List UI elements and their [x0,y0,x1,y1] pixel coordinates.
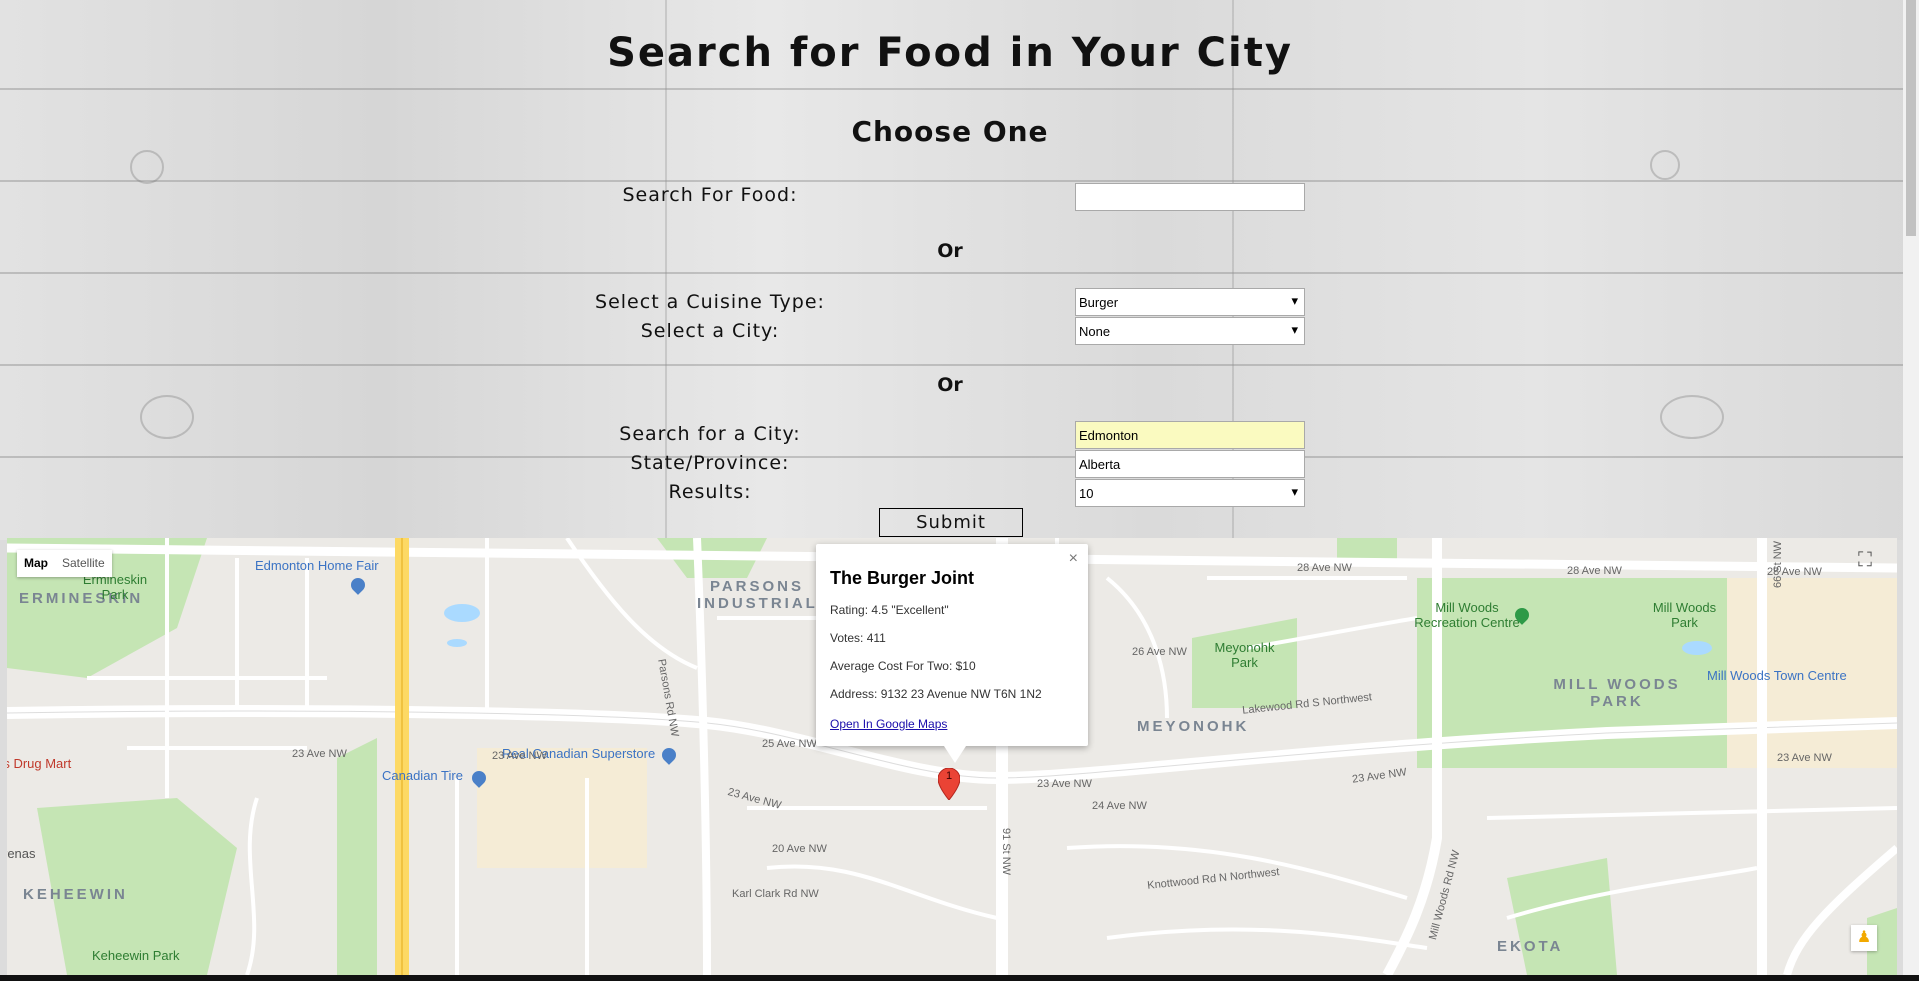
district-label: MILL WOODS PARK [1553,676,1681,710]
address-text: Address: 9132 23 Avenue NW T6N 1N2 [830,687,1042,701]
street-label: 23 Ave NW [1037,778,1092,790]
votes-text: Votes: 411 [830,631,886,645]
street-label: 23 Ave NW [492,750,547,762]
street-label: 66 St NW [1772,540,1784,588]
taskbar-strip [0,975,1919,981]
info-window: × The Burger Joint Rating: 4.5 "Excellen… [816,544,1088,763]
street-label: 20 Ave NW [772,843,827,855]
street-label: 25 Ave NW [762,738,817,750]
wood-knot [1650,150,1680,180]
street-label: Karl Clark Rd NW [732,888,819,900]
city-select-label: Select a City: [640,320,780,342]
state-input[interactable]: Alberta [1075,450,1305,478]
close-icon[interactable]: × [1069,550,1078,568]
poi-town-centre[interactable]: Mill Woods Town Centre [1707,668,1847,683]
cost-text: Average Cost For Two: $10 [830,659,976,673]
poi-home-fair[interactable]: Edmonton Home Fair [255,558,379,573]
or-divider: Or [937,240,963,262]
poi-meyonohk-park[interactable]: Meyonohk Park [1202,640,1287,670]
wood-knot [130,150,164,184]
street-label: 23 Ave NW [292,748,347,760]
page-subtitle: Choose One [851,115,1049,148]
open-in-google-maps-link[interactable]: Open In Google Maps [830,717,947,731]
street-label: 26 Ave NW [1132,646,1187,658]
or-divider: Or [937,374,963,396]
poi-drug-mart[interactable]: rs Drug Mart [7,756,71,771]
city-search-label: Search for a City: [619,423,801,445]
map-type-map-button[interactable]: Map [17,550,55,577]
poi-keheewin-park[interactable]: Keheewin Park [92,948,179,963]
results-label: Results: [668,481,752,503]
wood-knot [140,395,194,439]
cuisine-label: Select a Cuisine Type: [595,291,825,313]
submit-button[interactable]: Submit [879,508,1023,537]
street-label: 23 Ave NW [1777,752,1832,764]
district-label: PARSONS INDUSTRIAL [697,578,818,612]
map-marker[interactable]: 1 [937,767,961,801]
poi-arenas[interactable]: renas [7,846,36,861]
rating-text: Rating: 4.5 "Excellent" [830,603,949,617]
street-label: 28 Ave NW [1297,562,1352,574]
marker-label: 1 [945,770,953,782]
district-label: MEYONOHK [1137,718,1250,735]
results-select[interactable]: 10 [1075,479,1305,507]
map-type-control[interactable]: Map Satellite [17,550,112,577]
food-label: Search For Food: [622,184,798,206]
city-search-input[interactable]: Edmonton [1075,421,1305,449]
wood-knot [1660,395,1724,439]
cuisine-select[interactable]: Burger [1075,288,1305,316]
poi-canadian-tire[interactable]: Canadian Tire [382,768,463,783]
poi-park[interactable]: Mill Woods Park [1647,600,1722,630]
street-label: 91 St NW [1000,828,1012,876]
map-type-satellite-button[interactable]: Satellite [55,550,112,577]
page-title: Search for Food in Your City [607,30,1293,76]
state-label: State/Province: [630,452,790,474]
food-search-input[interactable] [1075,183,1305,211]
city-select[interactable]: None [1075,317,1305,345]
street-label: 24 Ave NW [1092,800,1147,812]
district-label: EKOTA [1497,938,1564,955]
scrollbar-thumb[interactable] [1906,0,1916,236]
street-label: 28 Ave NW [1567,565,1622,577]
restaurant-name: The Burger Joint [830,568,975,588]
poi-rec-centre[interactable]: Mill Woods Recreation Centre [1412,600,1522,630]
pegman-icon[interactable]: ♟ [1851,925,1877,951]
fullscreen-icon[interactable]: ⛶ [1853,548,1877,572]
district-label: KEHEEWIN [23,886,128,903]
